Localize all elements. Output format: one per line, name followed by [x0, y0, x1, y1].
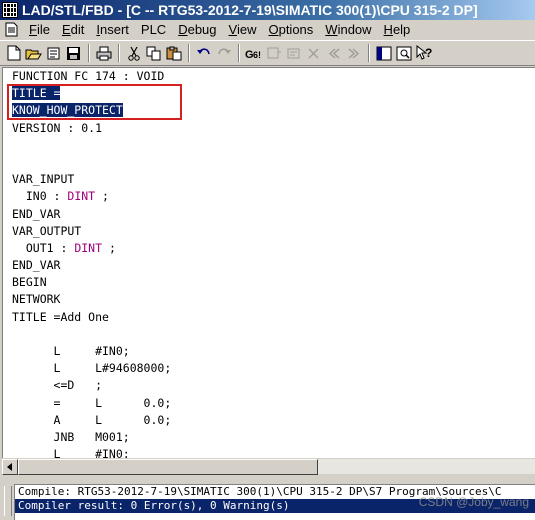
- document-icon[interactable]: [5, 22, 19, 37]
- menu-debug[interactable]: Debug: [173, 22, 223, 37]
- toolbar-separator: [118, 44, 120, 62]
- next-icon[interactable]: [344, 43, 363, 63]
- code-line[interactable]: BEGIN: [12, 274, 171, 291]
- menu-options[interactable]: Options: [263, 22, 320, 37]
- details-icon[interactable]: [394, 43, 413, 63]
- code-line[interactable]: END_VAR: [12, 206, 171, 223]
- toolbar-separator: [188, 44, 190, 62]
- code-line[interactable]: FUNCTION FC 174 : VOID: [12, 68, 171, 85]
- scroll-left-icon[interactable]: [2, 459, 18, 475]
- new-icon[interactable]: [4, 43, 23, 63]
- code-line[interactable]: = L 0.0;: [12, 395, 172, 412]
- monitor-icon[interactable]: [264, 43, 283, 63]
- code-line[interactable]: [12, 137, 171, 154]
- toolbar-separator: [368, 44, 370, 62]
- code-line[interactable]: [12, 326, 171, 343]
- menu-edit[interactable]: Edit: [57, 22, 91, 37]
- menu-window[interactable]: Window: [320, 22, 378, 37]
- network-icon[interactable]: [44, 43, 63, 63]
- menu-bar: File Edit Insert PLC Debug View Options …: [0, 20, 535, 39]
- annotation-highlight-box: [7, 84, 182, 120]
- code-line[interactable]: A L 0.0;: [12, 412, 172, 429]
- data-type-keyword: DINT: [74, 240, 103, 255]
- whats-this-icon[interactable]: ?: [414, 43, 433, 63]
- scroll-thumb[interactable]: [18, 459, 318, 475]
- horizontal-scrollbar[interactable]: [2, 458, 535, 475]
- print-icon[interactable]: [94, 43, 113, 63]
- code-line[interactable]: END_VAR: [12, 257, 171, 274]
- code-line[interactable]: L L#94608000;: [12, 360, 172, 377]
- code-line[interactable]: [12, 154, 171, 171]
- code-line[interactable]: VAR_OUTPUT: [12, 223, 171, 240]
- undo-icon[interactable]: [194, 43, 213, 63]
- online-icon[interactable]: G 6!: [244, 43, 263, 63]
- menu-view[interactable]: View: [224, 22, 264, 37]
- source-editor[interactable]: FUNCTION FC 174 : VOID TITLE = KNOW_HOW_PR…: [2, 67, 535, 458]
- cut-icon[interactable]: [124, 43, 143, 63]
- code-line[interactable]: L #IN0;: [12, 343, 171, 360]
- toolbar: G 6! ?: [0, 40, 535, 66]
- code-line[interactable]: VERSION : 0.1: [12, 120, 171, 137]
- code-line[interactable]: VAR_INPUT: [12, 171, 171, 188]
- svg-text:6!: 6!: [253, 50, 261, 60]
- code-area[interactable]: FUNCTION FC 174 : VOID TITLE = KNOW_HOW_PR…: [12, 68, 171, 458]
- save-icon[interactable]: [64, 43, 83, 63]
- prev-icon[interactable]: [324, 43, 343, 63]
- paste-icon[interactable]: [164, 43, 183, 63]
- copy-icon[interactable]: [144, 43, 163, 63]
- open-block-icon[interactable]: [284, 43, 303, 63]
- code-line[interactable]: L #IN0;: [12, 446, 171, 458]
- toolbar-separator: [238, 44, 240, 62]
- toolbar-separator: [88, 44, 90, 62]
- menu-file[interactable]: File: [24, 22, 57, 37]
- open-icon[interactable]: [24, 43, 43, 63]
- window-title: LAD/STL/FBD - [C -- RTG53-2012-7-19\SIMA…: [22, 2, 478, 18]
- redo-icon[interactable]: [214, 43, 233, 63]
- watermark: CSDN @Joby_wang: [418, 495, 529, 509]
- code-line[interactable]: NETWORK: [12, 291, 171, 308]
- code-line[interactable]: JNB M001;: [12, 429, 171, 446]
- menu-insert[interactable]: Insert: [91, 22, 136, 37]
- code-line[interactable]: IN0 : DINT ;: [12, 188, 171, 205]
- code-line[interactable]: <=D ;: [12, 377, 171, 394]
- panel-grip[interactable]: [4, 486, 12, 516]
- svg-text:?: ?: [425, 46, 432, 60]
- delete-icon[interactable]: [304, 43, 323, 63]
- app-icon[interactable]: [2, 2, 18, 18]
- overview-icon[interactable]: [374, 43, 393, 63]
- code-line[interactable]: TITLE =Add One: [12, 309, 171, 326]
- code-line[interactable]: OUT1 : DINT ;: [12, 240, 171, 257]
- data-type-keyword: DINT: [67, 189, 96, 204]
- title-bar: LAD/STL/FBD - [C -- RTG53-2012-7-19\SIMA…: [0, 0, 535, 20]
- menu-plc[interactable]: PLC: [136, 22, 173, 37]
- menu-help[interactable]: Help: [379, 22, 418, 37]
